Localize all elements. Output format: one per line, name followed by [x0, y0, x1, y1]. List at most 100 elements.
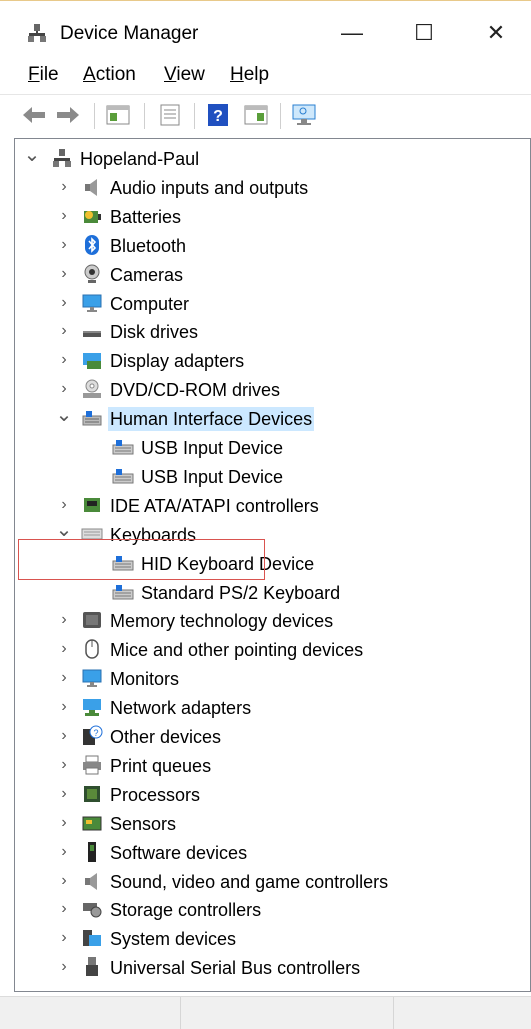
chevron-right-icon[interactable]: › — [55, 491, 73, 519]
tree-category[interactable]: › Print queues — [15, 751, 525, 779]
chevron-right-icon[interactable]: › — [55, 751, 73, 779]
properties-icon — [160, 104, 180, 126]
tree-item-label: Display adapters — [110, 351, 245, 372]
status-cell — [181, 997, 394, 1029]
chevron-right-icon[interactable]: › — [55, 693, 73, 721]
action-pane-icon — [244, 105, 268, 125]
tree-category[interactable]: ⌄ Human Interface Devices — [15, 404, 525, 432]
chevron-right-icon[interactable]: › — [55, 809, 73, 837]
tree-category[interactable]: › Bluetooth — [15, 231, 525, 259]
tree-category[interactable]: › Network adapters — [15, 693, 525, 721]
chevron-right-icon[interactable]: › — [55, 953, 73, 981]
tree-category[interactable]: › Batteries — [15, 202, 525, 230]
tree-item-label: Monitors — [110, 669, 180, 690]
tree-category[interactable]: › Memory technology devices — [15, 606, 525, 634]
tree-category[interactable]: › Storage controllers — [15, 895, 525, 923]
properties-button[interactable] — [156, 101, 184, 129]
tree-device[interactable]: USB Input Device — [15, 462, 525, 490]
tree-category[interactable]: › DVD/CD-ROM drives — [15, 375, 525, 403]
system-icon — [81, 927, 103, 949]
printer-icon — [81, 754, 103, 776]
toolbar-separator — [194, 103, 195, 129]
tree-category[interactable]: › Universal Serial Bus controllers — [15, 953, 525, 981]
chevron-right-icon[interactable]: › — [55, 924, 73, 952]
chevron-right-icon[interactable]: › — [55, 780, 73, 808]
menu-view[interactable]: View — [164, 64, 205, 86]
scan-hardware-button[interactable] — [290, 101, 318, 129]
minimize-button[interactable]: — — [322, 14, 382, 52]
menu-file[interactable]: File — [28, 64, 59, 86]
tree-category[interactable]: › Disk drives — [15, 317, 525, 345]
close-button[interactable]: ✕ — [466, 14, 526, 52]
tree-item-label: Network adapters — [110, 698, 252, 719]
child-device-icon — [112, 436, 134, 458]
tree-category[interactable]: › Processors — [15, 780, 525, 808]
chevron-right-icon[interactable]: › — [55, 867, 73, 895]
tree-category[interactable]: › Audio inputs and outputs — [15, 173, 525, 201]
show-hide-console-tree-button[interactable] — [104, 101, 132, 129]
chevron-right-icon[interactable]: › — [55, 722, 73, 750]
help-button[interactable]: ? — [204, 101, 232, 129]
tree-category[interactable]: › Software devices — [15, 838, 525, 866]
chevron-right-icon[interactable]: › — [55, 231, 73, 259]
back-button[interactable] — [20, 101, 48, 129]
forward-arrow-icon — [57, 107, 79, 123]
chevron-right-icon[interactable]: › — [55, 202, 73, 230]
child-device-icon — [112, 581, 134, 603]
tree-device[interactable]: Standard PS/2 Keyboard — [15, 578, 525, 606]
tree-category[interactable]: › Cameras — [15, 260, 525, 288]
tree-category[interactable]: › IDE ATA/ATAPI controllers — [15, 491, 525, 519]
tree-category[interactable]: ›? Other devices — [15, 722, 525, 750]
tree-category[interactable]: › Sensors — [15, 809, 525, 837]
tree-item-label: Sound, video and game controllers — [110, 871, 389, 892]
tree-item-label: Batteries — [110, 206, 182, 227]
maximize-icon: ☐ — [414, 20, 434, 45]
back-arrow-icon — [23, 107, 45, 123]
chevron-right-icon[interactable]: › — [55, 260, 73, 288]
tree-item-label: Mice and other pointing devices — [110, 640, 364, 661]
menu-action[interactable]: Action — [83, 64, 136, 86]
toolbar: ? — [0, 94, 531, 137]
tree-category[interactable]: › Display adapters — [15, 346, 525, 374]
sensor-icon — [81, 812, 103, 834]
chevron-right-icon[interactable]: › — [55, 606, 73, 634]
computer-root-icon — [51, 147, 73, 169]
memory-icon — [81, 609, 103, 631]
chevron-right-icon[interactable]: › — [55, 289, 73, 317]
svg-text:?: ? — [93, 728, 98, 738]
speaker-icon — [81, 870, 103, 892]
action-pane-button[interactable] — [242, 101, 270, 129]
status-bar — [0, 996, 531, 1029]
tree-item-label: Other devices — [110, 727, 222, 747]
minimize-icon: — — [341, 20, 363, 45]
tree-category[interactable]: › System devices — [15, 924, 525, 952]
chevron-right-icon[interactable]: › — [55, 635, 73, 663]
chevron-right-icon[interactable]: › — [55, 664, 73, 692]
tree-device[interactable]: USB Input Device — [15, 433, 525, 461]
tree-item-label: USB Input Device — [141, 466, 284, 487]
toolbar-separator — [280, 103, 281, 129]
chevron-down-icon[interactable]: ⌄ — [23, 140, 41, 168]
monitor-icon — [81, 292, 103, 314]
forward-button[interactable] — [54, 101, 82, 129]
status-cell — [0, 997, 181, 1029]
svg-text:?: ? — [213, 108, 223, 125]
tree-category[interactable]: › Sound, video and game controllers — [15, 867, 525, 895]
network-icon — [81, 696, 103, 718]
menu-help[interactable]: Help — [230, 64, 269, 86]
chevron-right-icon[interactable]: › — [55, 346, 73, 374]
chevron-right-icon[interactable]: › — [55, 173, 73, 201]
chevron-right-icon[interactable]: › — [55, 895, 73, 923]
tree-item-label: Storage controllers — [110, 900, 262, 921]
tree-root-computer[interactable]: ⌄ Hopeland-Paul — [15, 144, 525, 172]
tree-category[interactable]: › Monitors — [15, 664, 525, 692]
chevron-down-icon[interactable]: ⌄ — [55, 400, 73, 428]
chevron-right-icon[interactable]: › — [55, 317, 73, 345]
usb-icon — [81, 956, 103, 978]
tree-category[interactable]: › Mice and other pointing devices — [15, 635, 525, 663]
maximize-button[interactable]: ☐ — [394, 14, 454, 52]
chevron-right-icon[interactable]: › — [55, 375, 73, 403]
tree-category[interactable]: › Computer — [15, 289, 525, 317]
chevron-right-icon[interactable]: › — [55, 838, 73, 866]
close-icon: ✕ — [486, 20, 506, 45]
